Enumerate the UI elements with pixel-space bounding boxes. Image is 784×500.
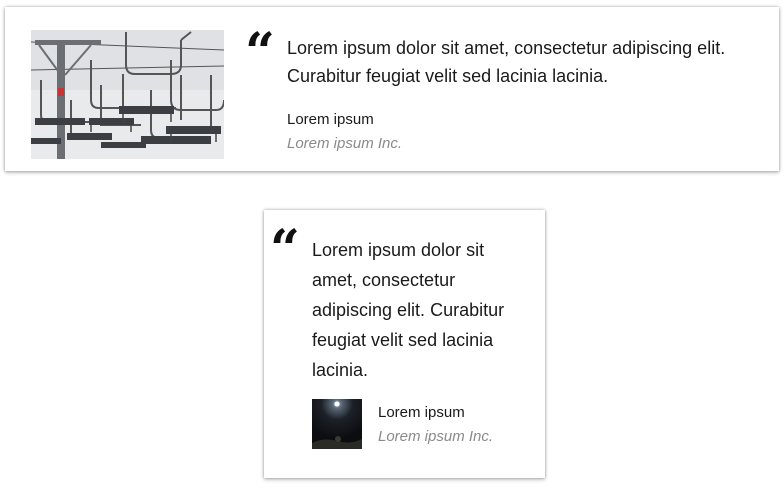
testimonial-card-narrow: “ Lorem ipsum dolor sit amet, consectetu…: [264, 210, 545, 478]
author-name: Lorem ipsum: [287, 111, 374, 128]
avatar: [312, 399, 362, 449]
testimonial-card-wide: “ Lorem ipsum dolor sit amet, consectetu…: [5, 7, 779, 171]
testimonial-quote: Lorem ipsum dolor sit amet, consectetur …: [312, 240, 505, 380]
quote-mark-icon: “: [245, 22, 275, 83]
testimonial-quote: Lorem ipsum dolor sit amet, consectetur …: [287, 38, 726, 86]
page: “ Lorem ipsum dolor sit amet, consectetu…: [0, 0, 784, 500]
chairlift-photo: [31, 30, 224, 159]
author-name: Lorem ipsum: [378, 404, 465, 421]
quote-mark-icon: “: [270, 219, 300, 280]
author-company: Lorem ipsum Inc.: [378, 428, 494, 445]
author-company: Lorem ipsum Inc.: [287, 135, 403, 152]
